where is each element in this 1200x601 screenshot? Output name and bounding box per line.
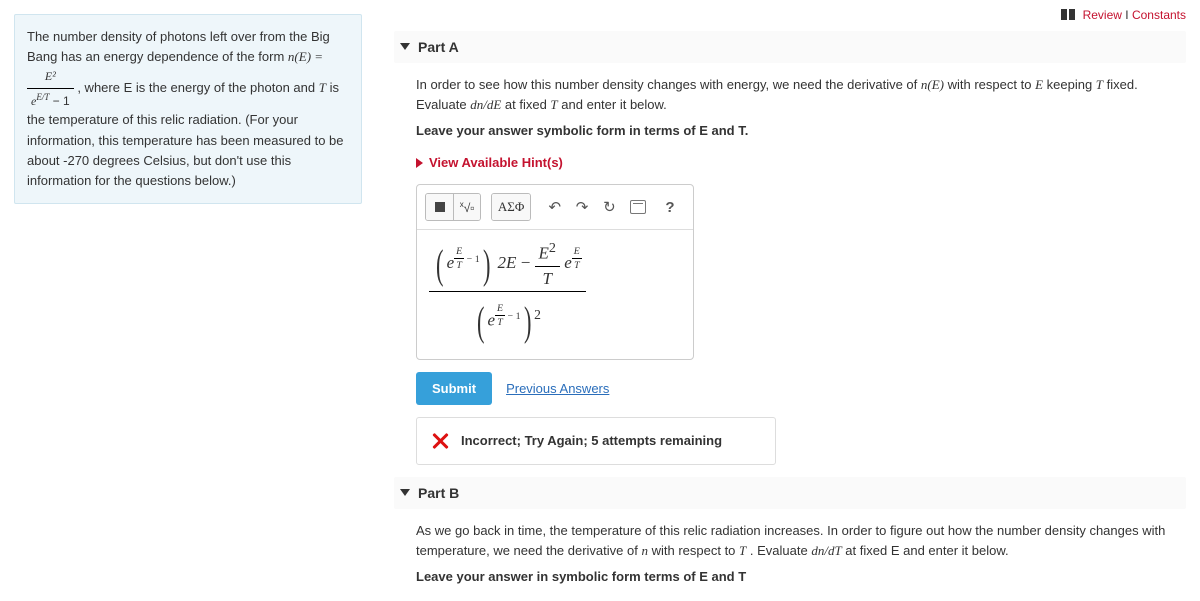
sqrt-button[interactable]: x√▫: [453, 194, 480, 220]
keyboard-button[interactable]: [624, 194, 652, 220]
answer-box: x√▫ ΑΣΦ ↶ ↷ ↻ ? (eET − 1) 2: [416, 184, 694, 360]
help-button[interactable]: ?: [656, 194, 684, 220]
redo-icon: ↷: [576, 198, 589, 216]
review-link[interactable]: Review: [1083, 8, 1122, 22]
previous-answers-link[interactable]: Previous Answers: [506, 381, 609, 396]
part-a-header[interactable]: Part A: [394, 31, 1186, 63]
submit-button[interactable]: Submit: [416, 372, 492, 405]
part-a-instruction: Leave your answer symbolic form in terms…: [416, 123, 748, 138]
intro-text: The number density of photons left over …: [27, 29, 330, 64]
feedback-text: Incorrect; Try Again; 5 attempts remaini…: [461, 433, 722, 448]
reset-button[interactable]: ↻: [597, 194, 622, 220]
reset-icon: ↻: [603, 198, 616, 216]
undo-icon: ↶: [548, 198, 561, 216]
stop-button[interactable]: [426, 194, 453, 220]
answer-expression: (eET − 1) 2E − E2 T eET (eET − 1)2: [429, 240, 586, 345]
part-b-title: Part B: [418, 485, 459, 501]
constants-link[interactable]: Constants: [1132, 8, 1186, 22]
part-b-prompt: As we go back in time, the temperature o…: [394, 515, 1186, 591]
part-a-prompt: In order to see how this number density …: [394, 69, 1186, 145]
part-b-header[interactable]: Part B: [394, 477, 1186, 509]
undo-button[interactable]: ↶: [542, 194, 567, 220]
flag-icon: [1061, 9, 1075, 23]
equation-input[interactable]: (eET − 1) 2E − E2 T eET (eET − 1)2: [417, 230, 693, 359]
equation-toolbar: x√▫ ΑΣΦ ↶ ↷ ↻ ?: [417, 185, 693, 230]
keyboard-icon: [630, 200, 646, 214]
view-hints-link[interactable]: View Available Hint(s): [416, 155, 563, 170]
intro-formula-lhs: n(E) =: [288, 49, 323, 64]
part-a-title: Part A: [418, 39, 459, 55]
feedback-box: Incorrect; Try Again; 5 attempts remaini…: [416, 417, 776, 465]
problem-intro: The number density of photons left over …: [14, 14, 362, 204]
templates-button[interactable]: ΑΣΦ: [492, 194, 530, 220]
redo-button[interactable]: ↷: [569, 194, 594, 220]
part-b-instruction: Leave your answer in symbolic form terms…: [416, 569, 746, 584]
top-links: Review I Constants: [394, 4, 1186, 31]
sqrt-icon: x√▫: [460, 200, 475, 215]
triangle-right-icon: [416, 158, 423, 168]
square-icon: [435, 202, 445, 212]
caret-down-icon: [400, 43, 410, 50]
intro-formula-frac: E² eE/T − 1: [27, 67, 74, 110]
caret-down-icon: [400, 489, 410, 496]
incorrect-icon: [431, 432, 449, 450]
